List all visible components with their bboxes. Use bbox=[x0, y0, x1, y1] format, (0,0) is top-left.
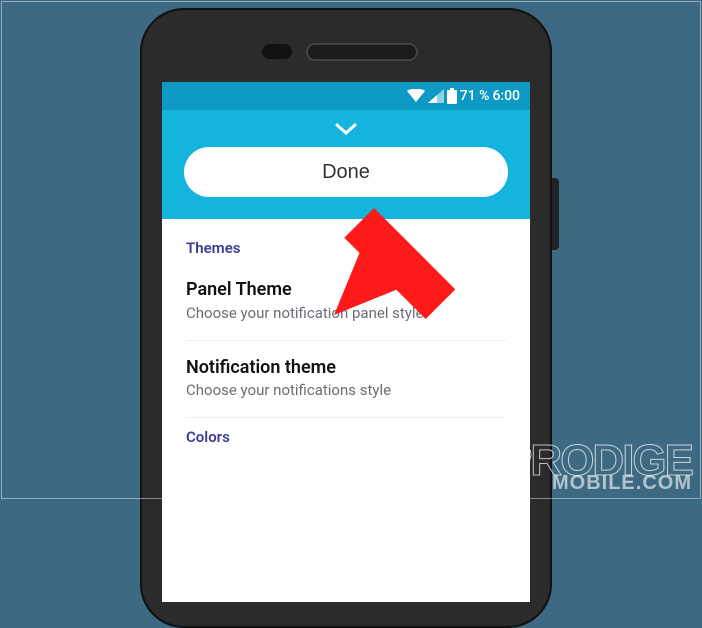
item-panel-theme[interactable]: Panel Theme Choose your notification pan… bbox=[186, 273, 506, 341]
screen: 71 % 6:00 Done Themes Panel Theme Choose… bbox=[162, 82, 530, 602]
wifi-icon bbox=[407, 89, 425, 103]
settings-list: Themes Panel Theme Choose your notificat… bbox=[162, 219, 530, 446]
power-button-shape bbox=[552, 178, 559, 250]
done-button[interactable]: Done bbox=[184, 147, 508, 197]
speaker-grill bbox=[306, 43, 418, 61]
battery-icon bbox=[447, 88, 457, 104]
signal-icon bbox=[428, 89, 444, 103]
section-themes-label: Themes bbox=[186, 239, 506, 257]
item-title: Panel Theme bbox=[186, 279, 506, 302]
item-notification-theme[interactable]: Notification theme Choose your notificat… bbox=[186, 351, 506, 419]
status-bar: 71 % 6:00 bbox=[162, 82, 530, 110]
phone-mockup: 71 % 6:00 Done Themes Panel Theme Choose… bbox=[140, 8, 552, 628]
panel-header: Done bbox=[162, 110, 530, 219]
chevron-down-icon[interactable] bbox=[335, 122, 357, 141]
item-subtitle: Choose your notifications style bbox=[186, 381, 506, 399]
section-colors-label: Colors bbox=[186, 428, 506, 446]
sensor-shape bbox=[262, 44, 292, 59]
clock: 6:00 bbox=[492, 88, 520, 104]
item-title: Notification theme bbox=[186, 357, 506, 380]
battery-percent: 71 % bbox=[460, 88, 490, 104]
item-subtitle: Choose your notification panel style bbox=[186, 304, 506, 322]
